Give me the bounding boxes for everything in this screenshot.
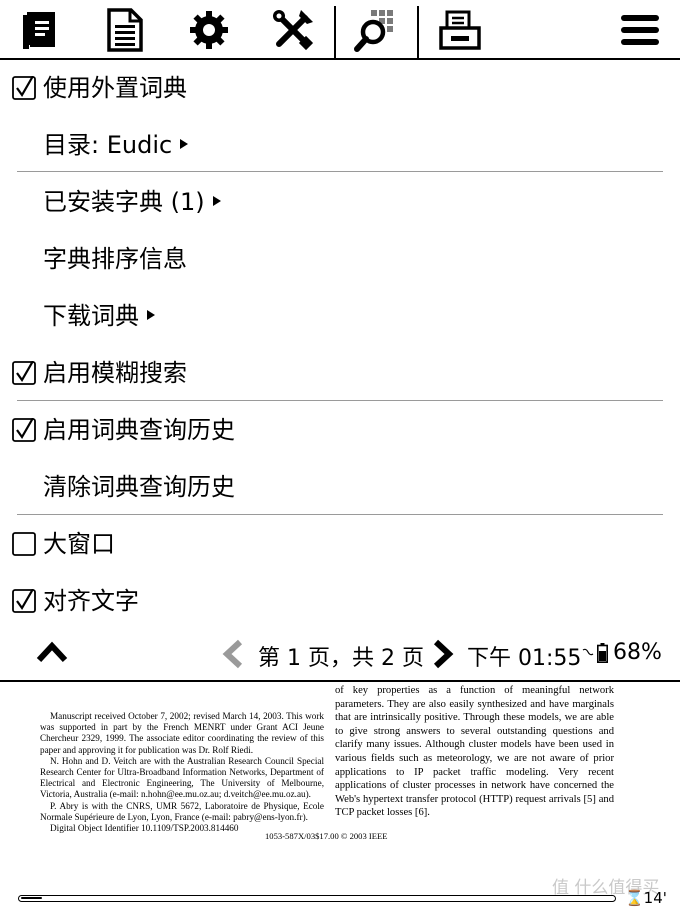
page-indicator[interactable]: 第 1 页，共 2 页 [258, 640, 424, 672]
menu-item-label: 目录: Eudic [43, 131, 173, 159]
body-column: of key properties as a function of meani… [335, 685, 614, 819]
checkbox-unchecked-icon[interactable] [12, 532, 36, 556]
checkbox-checked-icon[interactable] [12, 589, 36, 613]
previous-page-button[interactable] [220, 639, 246, 673]
document-icon [107, 8, 143, 52]
menu-item-label: 已安装字典 (1) [43, 188, 205, 216]
settings-button[interactable] [184, 0, 234, 60]
menu-item-use-external-dictionary[interactable]: 使用外置词典 [0, 60, 680, 116]
main-menu-button[interactable] [614, 0, 666, 60]
menu-status-bar: 第 1 页，共 2 页 下午 01:55 68% [0, 626, 680, 682]
reading-progress-fill [21, 897, 42, 899]
chevron-left-icon [222, 639, 243, 669]
search-dictionary-icon [354, 10, 393, 52]
menu-item-download-dictionary[interactable]: 下载词典 [0, 288, 680, 344]
device-storage-icon [439, 10, 481, 50]
submenu-arrow-icon [147, 310, 155, 320]
menu-item-installed-dictionaries[interactable]: 已安装字典 (1) [0, 174, 680, 230]
menu-item-dictionary-order[interactable]: 字典排序信息 [0, 231, 680, 287]
footnote-paragraph: Manuscript received October 7, 2002; rev… [40, 711, 324, 755]
wifi-off-icon [582, 648, 594, 656]
menu-item-label: 启用模糊搜索 [43, 359, 187, 387]
reading-progress-bar[interactable] [18, 895, 616, 902]
chevron-up-icon [36, 641, 68, 663]
battery-icon [597, 643, 608, 663]
menu-item-justify-text[interactable]: 对齐文字 [0, 573, 680, 629]
toolbar-separator [334, 6, 336, 60]
toolbar-separator [417, 6, 419, 60]
menu-item-label: 对齐文字 [43, 587, 139, 615]
battery-percentage: 68% [613, 640, 662, 665]
tools-button[interactable] [266, 0, 320, 60]
menu-divider [17, 400, 663, 401]
submenu-arrow-icon [180, 139, 189, 149]
menu-item-label: 字典排序信息 [43, 245, 187, 273]
top-toolbar [0, 0, 680, 60]
document-button[interactable] [100, 0, 150, 60]
menu-item-label: 使用外置词典 [43, 74, 187, 102]
bookmark-book-icon [23, 12, 55, 49]
menu-item-fuzzy-search[interactable]: 启用模糊搜索 [0, 345, 680, 401]
footnote-block: Manuscript received October 7, 2002; rev… [40, 711, 324, 834]
menu-item-label: 清除词典查询历史 [43, 473, 235, 501]
menu-divider [17, 171, 663, 172]
dictionary-search-button[interactable] [350, 0, 404, 60]
menu-item-directory[interactable]: 目录: Eudic [0, 117, 680, 173]
checkbox-checked-icon[interactable] [12, 418, 36, 442]
copyright-line: 1053-587X/03$17.00 © 2003 IEEE [265, 831, 388, 841]
menu-item-label: 下载词典 [43, 302, 139, 330]
clock: 下午 01:55 [467, 646, 582, 671]
bookmark-book-button[interactable] [14, 0, 66, 60]
footnote-paragraph: P. Abry is with the CNRS, UMR 5672, Labo… [40, 800, 324, 822]
pages-remaining: ⌛14' [625, 889, 667, 907]
next-page-button[interactable] [430, 639, 456, 673]
checkbox-checked-icon[interactable] [12, 76, 36, 100]
collapse-menu-button[interactable] [36, 638, 68, 668]
device-storage-button[interactable] [434, 0, 486, 60]
menu-item-large-window[interactable]: 大窗口 [0, 516, 680, 572]
gear-icon [190, 11, 228, 49]
menu-item-label: 大窗口 [43, 530, 115, 558]
tools-icon [273, 10, 314, 51]
menu-item-label: 启用词典查询历史 [43, 416, 235, 444]
menu-item-enable-lookup-history[interactable]: 启用词典查询历史 [0, 402, 680, 458]
chevron-right-icon [433, 639, 454, 669]
footnote-paragraph: N. Hohn and D. Veitch are with the Austr… [40, 755, 324, 800]
checkbox-checked-icon[interactable] [12, 361, 36, 385]
menu-item-clear-lookup-history[interactable]: 清除词典查询历史 [0, 459, 680, 515]
menu-divider [17, 514, 663, 515]
hamburger-menu-icon [621, 15, 659, 45]
submenu-arrow-icon [212, 196, 221, 206]
